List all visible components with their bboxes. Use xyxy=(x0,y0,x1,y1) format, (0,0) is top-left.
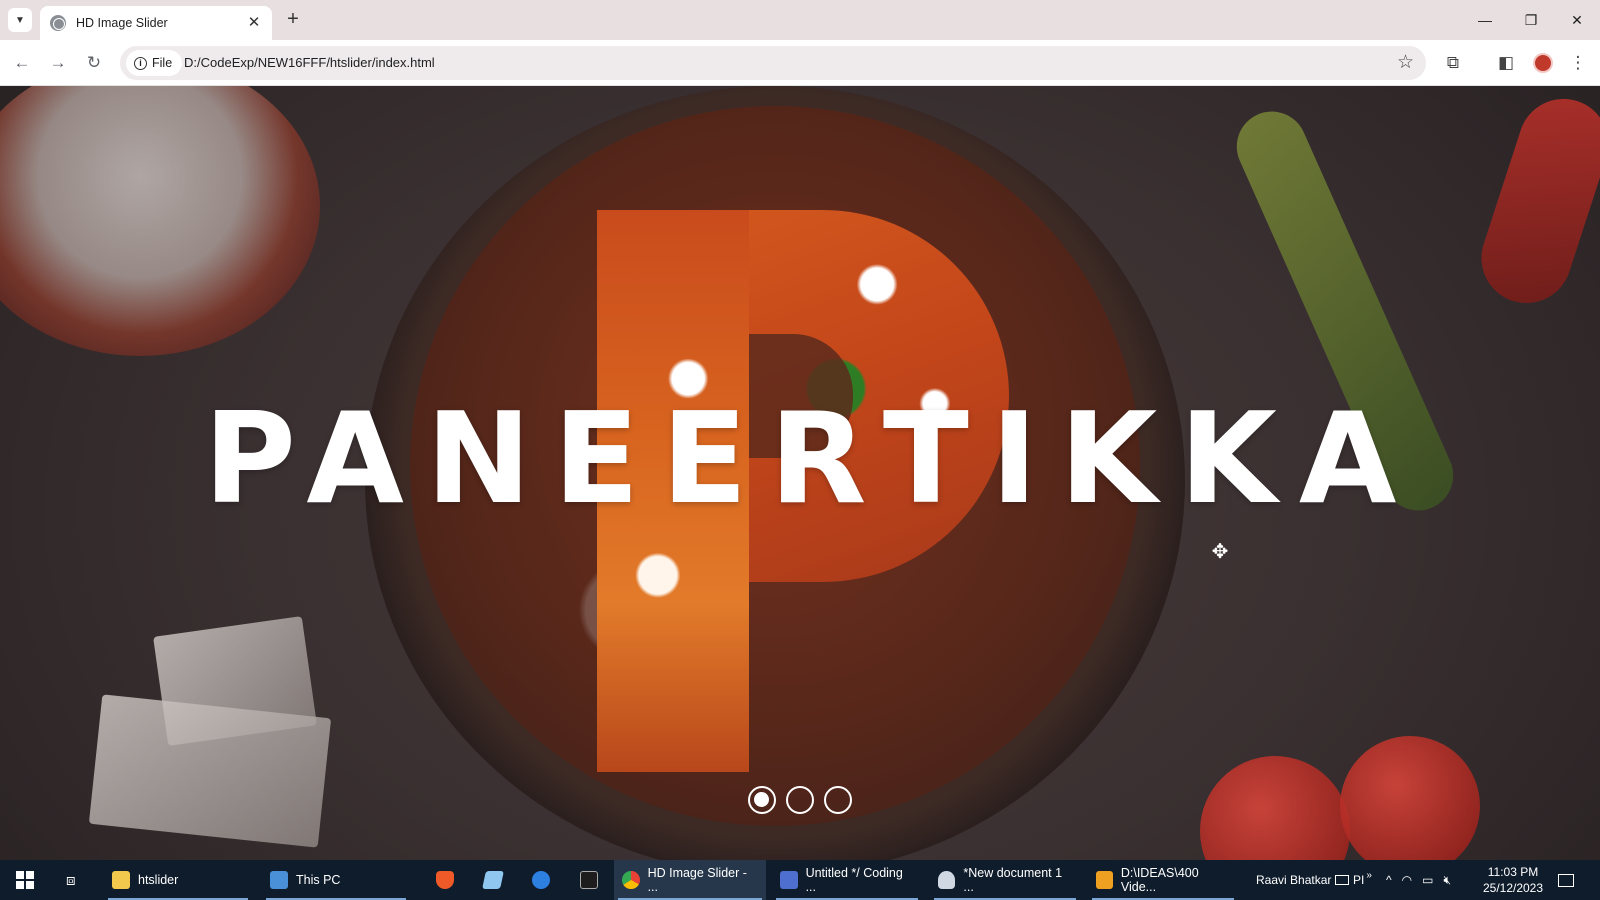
move-cursor-icon: ✥ xyxy=(1211,541,1229,563)
system-tray: ^ ◠ ▭ 🔇︎ xyxy=(1386,860,1451,900)
overflow-chevron-icon: » xyxy=(1366,869,1372,881)
slide-dot-2[interactable] xyxy=(786,786,814,814)
slide-dot-3[interactable] xyxy=(824,786,852,814)
taskbar-item-new-document[interactable]: *New document 1 ... xyxy=(930,860,1080,900)
taskbar-item-coding[interactable]: Untitled */ Coding ... xyxy=(772,860,922,900)
slide-title: PANEERTIKKA xyxy=(203,385,1419,532)
site-info-label: File xyxy=(152,56,173,70)
chrome-icon xyxy=(622,871,640,889)
inkscape-icon xyxy=(938,871,956,889)
notifications-button[interactable] xyxy=(1558,860,1574,900)
notification-icon xyxy=(1558,873,1574,887)
restore-button[interactable]: ❐ xyxy=(1520,9,1542,31)
taskbar-item-ideas-folder[interactable]: D:\IDEAS\400 Vide... xyxy=(1088,860,1238,900)
globe-icon xyxy=(50,15,66,31)
address-bar[interactable]: i File D:/CodeExp/NEW16FFF/htslider/inde… xyxy=(120,46,1426,80)
paneer-cube-decoration xyxy=(88,694,332,848)
site-info-chip[interactable]: i File xyxy=(126,50,183,76)
browser-toolbar: ← → ↻ i File D:/CodeExp/NEW16FFF/htslide… xyxy=(0,40,1600,86)
taskbar-brave[interactable] xyxy=(428,860,464,900)
arrow-left-icon: ← xyxy=(13,53,31,72)
tab-search-button[interactable]: ▼ xyxy=(8,8,32,32)
tomato-decoration xyxy=(1340,736,1480,860)
red-chili-decoration xyxy=(1469,87,1600,315)
code-editor-icon xyxy=(780,871,798,889)
extensions-icon[interactable]: ⧉ xyxy=(1441,51,1465,75)
system-clock[interactable]: 11:03 PM 25/12/2023 xyxy=(1478,864,1548,896)
clock-time: 11:03 PM xyxy=(1487,865,1539,879)
task-view-icon: ⧈ xyxy=(66,871,76,889)
windows-start-icon[interactable] xyxy=(16,871,34,889)
taskbar-item-label: D:\IDEAS\400 Vide... xyxy=(1120,866,1199,894)
slider-pagination xyxy=(748,786,852,814)
tab-hd-image-slider[interactable]: HD Image Slider ✕ xyxy=(40,6,272,40)
task-view-button[interactable]: ⧈ xyxy=(58,860,88,900)
terminal-icon xyxy=(580,871,598,889)
reload-button[interactable]: ↻ xyxy=(82,51,106,75)
taskbar-item-label: htslider xyxy=(138,873,179,887)
arrow-right-icon: → xyxy=(49,53,67,72)
taskbar-notepad[interactable] xyxy=(476,860,512,900)
sublime-text-icon xyxy=(1096,871,1113,889)
windows-taskbar: ⧈ htslider This PC HD Image Slider - ...… xyxy=(0,860,1600,900)
profile-avatar[interactable] xyxy=(1533,53,1553,73)
side-panel-icon[interactable]: ◧ xyxy=(1494,51,1518,75)
firefox-icon xyxy=(532,871,550,889)
volume-muted-icon[interactable]: 🔇︎ xyxy=(1443,873,1451,888)
tray-app-icon xyxy=(1335,875,1349,885)
bookmark-star-icon[interactable]: ☆ xyxy=(1397,51,1414,74)
chevron-up-icon[interactable]: ^ xyxy=(1386,873,1392,887)
notepad-icon xyxy=(482,871,504,889)
slide-dot-1[interactable] xyxy=(748,786,776,814)
clock-date: 25/12/2023 xyxy=(1482,881,1544,895)
user-label: Raavi Bhatkar xyxy=(1256,873,1332,887)
taskbar-item-label: *New document 1 ... xyxy=(963,866,1063,894)
chevron-down-icon: ▼ xyxy=(15,14,25,26)
image-slider: PANEERTIKKA ✥ xyxy=(0,86,1600,860)
taskbar-item-this-pc[interactable]: This PC xyxy=(262,860,410,900)
taskbar-firefox[interactable] xyxy=(524,860,560,900)
taskbar-terminal[interactable] xyxy=(572,860,608,900)
close-window-button[interactable]: ✕ xyxy=(1566,9,1588,31)
minimize-button[interactable]: — xyxy=(1474,9,1496,31)
tray-app[interactable]: PI » xyxy=(1335,860,1372,900)
tomato-decoration xyxy=(1200,756,1350,860)
taskbar-item-label: HD Image Slider - ... xyxy=(647,866,747,894)
tray-app-label: PI xyxy=(1353,873,1365,887)
tab-strip: ▼ HD Image Slider ✕ + — ❐ ✕ xyxy=(0,0,1600,40)
taskbar-item-htslider[interactable]: htslider xyxy=(104,860,252,900)
wifi-icon[interactable]: ◠ xyxy=(1402,873,1412,887)
battery-icon[interactable]: ▭ xyxy=(1422,873,1433,887)
tab-title: HD Image Slider xyxy=(76,16,168,30)
back-button[interactable]: ← xyxy=(10,51,34,75)
reload-icon: ↻ xyxy=(86,53,102,72)
menu-kebab-icon[interactable]: ⋮ xyxy=(1566,51,1590,75)
new-tab-button[interactable]: + xyxy=(282,9,304,31)
taskbar-item-label: This PC xyxy=(296,873,341,887)
folder-icon xyxy=(112,871,130,889)
brave-browser-icon xyxy=(436,871,454,889)
url-text[interactable]: D:/CodeExp/NEW16FFF/htslider/index.html xyxy=(184,55,435,70)
close-tab-icon[interactable]: ✕ xyxy=(246,15,262,31)
forward-button[interactable]: → xyxy=(46,51,70,75)
onion-decoration xyxy=(0,86,320,356)
computer-icon xyxy=(270,871,288,889)
info-icon: i xyxy=(134,56,147,70)
taskbar-item-label: Untitled */ Coding ... xyxy=(805,866,903,894)
taskbar-item-hd-image-slider[interactable]: HD Image Slider - ... xyxy=(614,860,766,900)
